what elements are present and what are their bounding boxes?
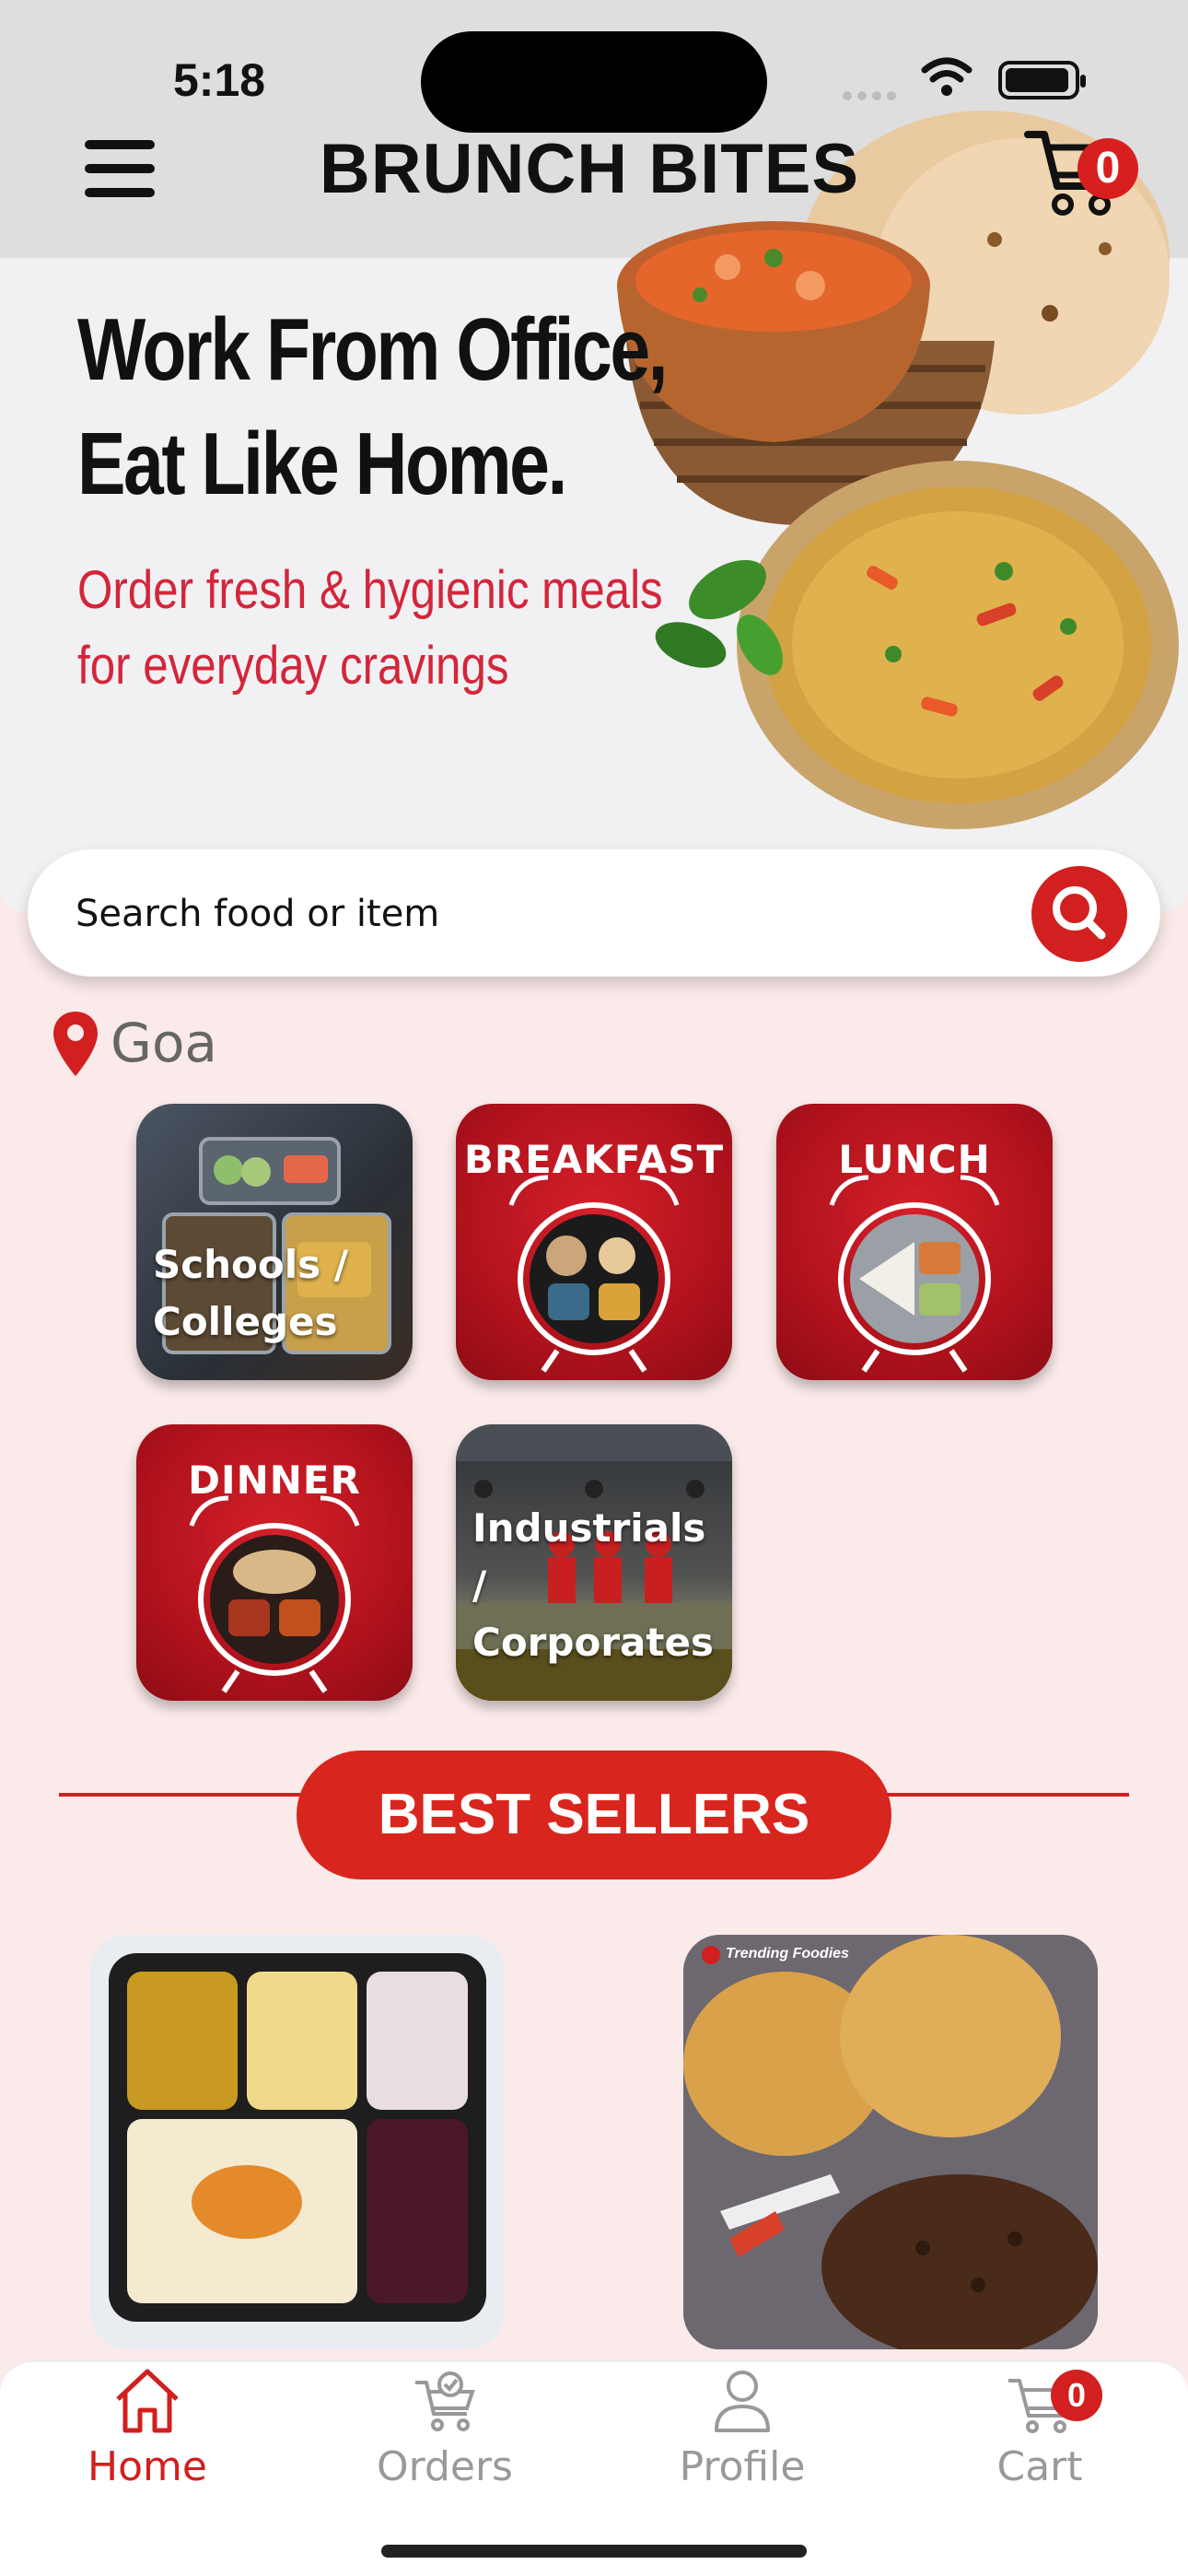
tab-orders[interactable]: Orders — [334, 2362, 555, 2510]
search-input[interactable] — [76, 888, 904, 940]
search-icon — [1053, 886, 1106, 940]
alarm-clock-icon — [829, 1175, 1000, 1373]
orders-icon — [415, 2371, 475, 2431]
hero-subline-line1: Order fresh & hygienic meals — [77, 560, 663, 620]
status-time: 5:18 — [173, 54, 266, 106]
best-seller-item[interactable] — [90, 1935, 505, 2349]
category-breakfast[interactable]: BREAKFAST — [456, 1104, 732, 1380]
home-icon — [116, 2369, 179, 2433]
cart-count-badge: 0 — [1077, 138, 1138, 199]
menu-icon[interactable] — [85, 140, 155, 197]
tab-label: Profile — [679, 2443, 806, 2490]
hero-subline-line2: for everyday cravings — [77, 636, 509, 696]
watermark-label: Trending Foodies — [726, 1946, 849, 1961]
category-label-line1: Schools / — [153, 1242, 349, 1287]
category-schools-colleges[interactable]: Schools / Colleges — [136, 1104, 413, 1380]
tab-label: Cart — [996, 2443, 1083, 2490]
bottom-tab-bar: Home Orders Profile 0 Cart — [0, 2360, 1188, 2576]
best-seller-item[interactable]: Trending Foodies — [683, 1935, 1098, 2349]
category-lunch[interactable]: LUNCH — [776, 1104, 1053, 1380]
tab-home[interactable]: Home — [37, 2362, 258, 2510]
tab-cart[interactable]: 0 Cart — [929, 2362, 1150, 2510]
category-industrials-corporates[interactable]: Industrials / Corporates — [456, 1424, 732, 1701]
thali-photo — [109, 1953, 486, 2322]
search-button[interactable] — [1031, 866, 1127, 962]
home-indicator — [381, 2545, 807, 2558]
chole-bhature-photo — [683, 1935, 1098, 2349]
category-label-line2: Colleges — [153, 1299, 338, 1344]
alarm-clock-icon — [508, 1175, 680, 1373]
hero-headline-line2: Eat Like Home. — [77, 415, 567, 513]
app-screen: 5:18 BRUNCH BITES 0 Work From Office, Ea… — [0, 0, 1188, 2576]
hero-headline-line1: Work From Office, — [77, 300, 669, 399]
category-dinner[interactable]: DINNER — [136, 1424, 413, 1701]
category-label-line1: Industrials / — [472, 1505, 706, 1608]
app-title: BRUNCH BITES — [319, 130, 860, 208]
wifi-icon — [921, 57, 973, 96]
hero-subline: Order fresh & hygienic meals for everyda… — [77, 553, 663, 704]
location-city: Goa — [111, 1012, 217, 1074]
battery-icon — [998, 61, 1086, 100]
cart-tab-badge: 0 — [1051, 2370, 1102, 2421]
alarm-clock-icon — [189, 1495, 360, 1693]
tab-profile[interactable]: Profile — [632, 2362, 853, 2510]
category-label: Industrials / Corporates — [472, 1500, 732, 1671]
dynamic-island — [421, 31, 767, 133]
hero-headline: Work From Office, Eat Like Home. — [77, 293, 669, 521]
category-label: Schools / Colleges — [153, 1236, 348, 1351]
hero-banner: 5:18 BRUNCH BITES 0 Work From Office, Ea… — [0, 0, 1188, 912]
location-pin-icon — [53, 1012, 98, 1076]
tab-label: Orders — [377, 2443, 513, 2490]
category-label-line2: Corporates — [472, 1620, 714, 1665]
tab-label: Home — [87, 2443, 207, 2490]
best-sellers-heading: BEST SELLERS — [297, 1751, 891, 1879]
search-bar — [28, 849, 1160, 977]
signal-icon — [843, 88, 902, 100]
profile-icon — [715, 2371, 770, 2432]
